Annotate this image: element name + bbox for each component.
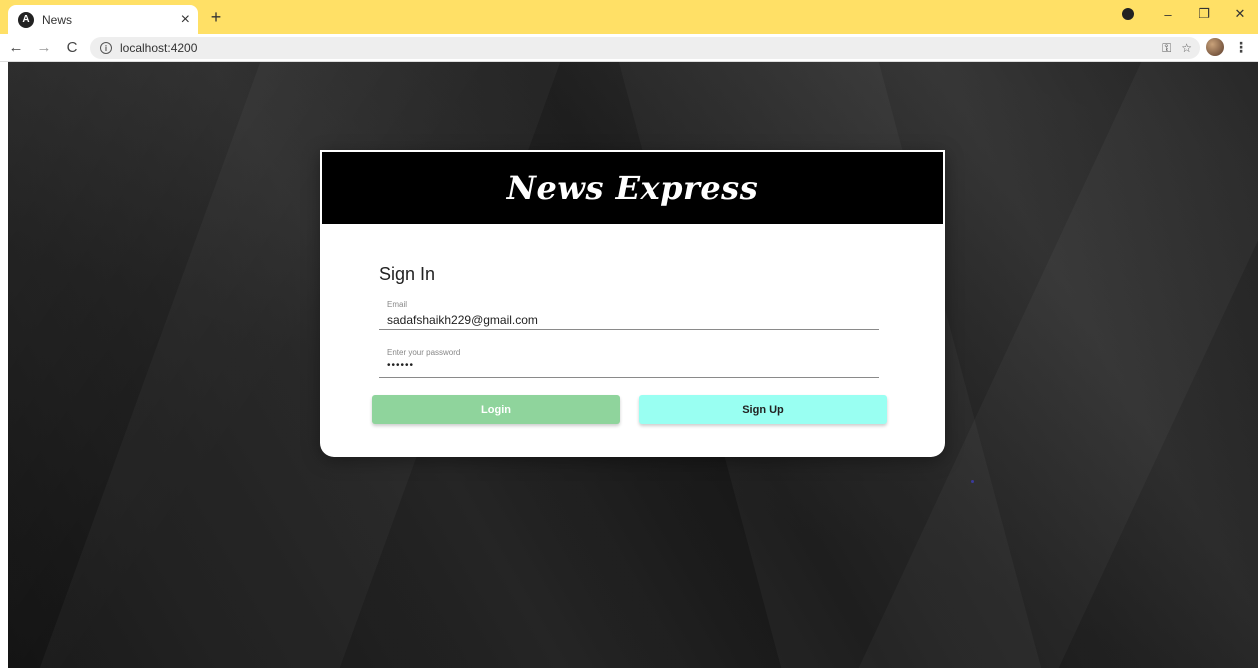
new-tab-button[interactable]: + <box>206 7 226 27</box>
browser-tab[interactable]: A News × <box>8 5 198 34</box>
reload-icon[interactable]: C <box>60 36 84 60</box>
close-window-button[interactable]: ✕ <box>1230 6 1250 22</box>
star-icon[interactable]: ☆ <box>1181 41 1192 56</box>
login-card: News Express Sign In Email Enter your pa… <box>320 150 945 457</box>
page-background: News Express Sign In Email Enter your pa… <box>0 62 1258 668</box>
angular-favicon-icon: A <box>18 11 34 28</box>
signup-button[interactable]: Sign Up <box>639 395 887 424</box>
restore-button[interactable]: ❐ <box>1194 6 1214 22</box>
back-arrow-icon[interactable]: ← <box>4 36 28 60</box>
left-edge-strip <box>0 62 8 668</box>
minimize-button[interactable]: – <box>1158 7 1178 22</box>
tab-strip: A News × + – ❐ ✕ <box>0 0 1258 34</box>
tab-close-icon[interactable]: × <box>181 11 190 29</box>
tab-title: News <box>42 12 73 27</box>
email-label: Email <box>387 300 408 309</box>
extension-icon[interactable] <box>1122 8 1134 20</box>
email-field[interactable]: Email <box>379 298 879 330</box>
card-header: News Express <box>322 152 943 224</box>
info-icon[interactable]: i <box>100 42 112 54</box>
email-input[interactable] <box>387 312 867 328</box>
stray-pixel <box>971 480 974 483</box>
password-label: Enter your password <box>387 348 461 357</box>
menu-dots-icon[interactable]: ⋮ <box>1234 39 1248 56</box>
password-field[interactable]: Enter your password •••••• <box>379 346 879 378</box>
address-bar[interactable]: i localhost:4200 ⚿ ☆ <box>90 37 1200 59</box>
window-controls: – ❐ ✕ <box>1122 6 1250 22</box>
url-text[interactable]: localhost:4200 <box>120 41 197 55</box>
avatar[interactable] <box>1206 38 1224 56</box>
forward-arrow-icon[interactable]: → <box>32 36 56 60</box>
password-input[interactable]: •••••• <box>387 360 867 376</box>
browser-toolbar: ← → C i localhost:4200 ⚿ ☆ ⋮ <box>0 34 1258 62</box>
login-button[interactable]: Login <box>372 395 620 424</box>
signin-title: Sign In <box>379 264 436 284</box>
key-icon[interactable]: ⚿ <box>1162 41 1171 56</box>
brand-logo-text: News Express <box>506 169 759 207</box>
